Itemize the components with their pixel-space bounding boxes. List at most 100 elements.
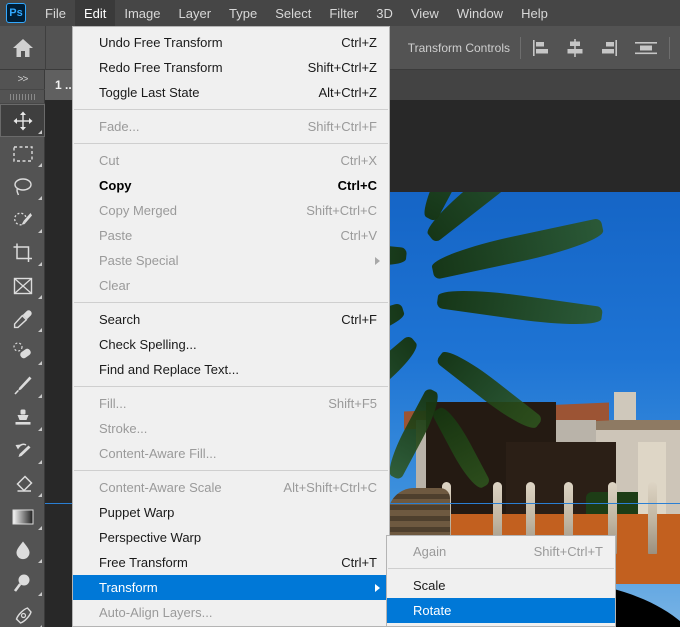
menu-item-shortcut: Ctrl+C: [337, 178, 377, 193]
crop-tool[interactable]: [0, 236, 45, 269]
eraser-icon: [15, 474, 33, 492]
align-horizontal-centers-icon[interactable]: [565, 38, 585, 58]
menubar-item-help[interactable]: Help: [512, 0, 557, 26]
lasso-tool[interactable]: [0, 170, 45, 203]
eraser-tool[interactable]: [0, 467, 45, 500]
menubar-item-3d[interactable]: 3D: [367, 0, 402, 26]
menu-item-undo-free-transform[interactable]: Undo Free Transform Ctrl+Z: [73, 30, 389, 55]
frame-tool[interactable]: [0, 269, 45, 302]
menu-separator: [74, 143, 388, 144]
gradient-icon: [12, 509, 33, 524]
menu-item-shortcut: Ctrl+X: [340, 153, 377, 168]
edit-menu-dropdown[interactable]: Undo Free Transform Ctrl+Z Redo Free Trans…: [72, 26, 390, 627]
menu-item-cut: Cut Ctrl+X: [73, 148, 389, 173]
blur-tool[interactable]: [0, 533, 45, 566]
frame-icon: [13, 277, 32, 294]
menubar-item-image[interactable]: Image: [115, 0, 169, 26]
move-tool[interactable]: [0, 104, 45, 137]
tool-options-corner: [38, 328, 42, 332]
menu-item-redo-free-transform[interactable]: Redo Free Transform Shift+Ctrl+Z: [73, 55, 389, 80]
menu-item-label: Rotate: [413, 603, 452, 618]
options-divider: [520, 36, 521, 59]
menubar-item-window[interactable]: Window: [448, 0, 512, 26]
menubar-item-edit[interactable]: Edit: [74, 0, 116, 26]
tools-panel-grip[interactable]: [0, 90, 45, 104]
tool-options-corner: [38, 295, 42, 299]
healing-brush-tool[interactable]: [0, 335, 45, 368]
clone-stamp-tool[interactable]: [0, 401, 45, 434]
menu-item-shortcut: Alt+Shift+Ctrl+C: [283, 480, 377, 495]
menu-item-label: Cut: [99, 153, 120, 168]
menubar-item-view[interactable]: View: [402, 0, 448, 26]
menubar-item-select[interactable]: Select: [266, 0, 320, 26]
menu-item-label: Fade...: [99, 119, 140, 134]
align-right-edges-icon[interactable]: [599, 38, 619, 58]
tool-options-corner: [38, 427, 42, 431]
tool-options-corner: [38, 460, 42, 464]
rectangular-marquee-tool[interactable]: [0, 137, 45, 170]
crop-icon: [13, 243, 32, 262]
home-button[interactable]: [0, 25, 46, 70]
menu-item-label: Fill...: [99, 396, 127, 411]
eyedropper-tool[interactable]: [0, 302, 45, 335]
blur-droplet-icon: [16, 541, 29, 559]
menu-item-search[interactable]: Search Ctrl+F: [73, 307, 389, 332]
menu-item-free-transform[interactable]: Free Transform Ctrl+T: [73, 550, 389, 575]
menu-item-check-spelling[interactable]: Check Spelling...: [73, 332, 389, 357]
menu-item-label: Redo Free Transform: [99, 60, 223, 75]
menu-item-perspective-warp[interactable]: Perspective Warp: [73, 525, 389, 550]
menu-item-fade: Fade... Shift+Ctrl+F: [73, 114, 389, 139]
tool-options-corner: [38, 592, 42, 596]
quick-selection-tool[interactable]: [0, 203, 45, 236]
tool-options-corner: [38, 130, 42, 134]
menu-item-auto-align-layers: Auto-Align Layers...: [73, 600, 389, 625]
transform-submenu-dropdown[interactable]: Again Shift+Ctrl+T Scale Rotate: [386, 535, 616, 627]
menu-item-scale[interactable]: Scale: [387, 573, 615, 598]
pen-tool[interactable]: [0, 599, 45, 627]
tools-panel-expander[interactable]: >>: [0, 70, 45, 90]
menu-bar: Ps File Edit Image Layer Type Select Fil…: [0, 0, 680, 26]
menu-item-find-and-replace-text[interactable]: Find and Replace Text...: [73, 357, 389, 382]
menubar-item-type[interactable]: Type: [220, 0, 266, 26]
menu-item-shortcut: Ctrl+F: [341, 312, 377, 327]
home-icon: [12, 38, 33, 57]
menu-item-content-aware-fill: Content-Aware Fill...: [73, 441, 389, 466]
menu-item-paste-special: Paste Special: [73, 248, 389, 273]
dodge-tool[interactable]: [0, 566, 45, 599]
menu-item-shortcut: Shift+Ctrl+C: [306, 203, 377, 218]
history-brush-tool[interactable]: [0, 434, 45, 467]
align-left-edges-icon[interactable]: [531, 38, 551, 58]
menu-item-label: Undo Free Transform: [99, 35, 223, 50]
menu-item-shortcut: Shift+F5: [328, 396, 377, 411]
menu-item-rotate[interactable]: Rotate: [387, 598, 615, 623]
menubar-item-file[interactable]: File: [36, 0, 75, 26]
tool-options-corner: [38, 526, 42, 530]
history-brush-icon: [15, 443, 30, 457]
menu-item-copy-merged: Copy Merged Shift+Ctrl+C: [73, 198, 389, 223]
eyedropper-icon: [13, 309, 32, 328]
align-vertical-centers-icon[interactable]: [633, 38, 659, 58]
gradient-tool[interactable]: [0, 500, 45, 533]
menu-item-again: Again Shift+Ctrl+T: [387, 539, 615, 564]
menu-separator: [74, 470, 388, 471]
menu-item-shortcut: Ctrl+T: [341, 555, 377, 570]
brush-icon: [13, 376, 31, 395]
tool-options-corner: [38, 394, 42, 398]
menubar-item-filter[interactable]: Filter: [320, 0, 367, 26]
menu-item-label: Free Transform: [99, 555, 188, 570]
menu-item-label: Puppet Warp: [99, 505, 175, 520]
menu-item-transform[interactable]: Transform: [73, 575, 389, 600]
menu-item-shortcut: Shift+Ctrl+T: [533, 544, 603, 559]
menu-item-toggle-last-state[interactable]: Toggle Last State Alt+Ctrl+Z: [73, 80, 389, 105]
tool-options-corner: [38, 196, 42, 200]
menu-item-label: Perspective Warp: [99, 530, 202, 545]
menu-item-label: Paste Special: [99, 253, 179, 268]
transform-controls-label: Transform Controls: [407, 40, 510, 55]
brush-tool[interactable]: [0, 368, 45, 401]
menu-item-clear: Clear: [73, 273, 389, 298]
menu-item-copy[interactable]: Copy Ctrl+C: [73, 173, 389, 198]
tool-options-corner: [38, 493, 42, 497]
menubar-item-layer[interactable]: Layer: [170, 0, 221, 26]
healing-brush-icon: [12, 341, 31, 358]
menu-item-puppet-warp[interactable]: Puppet Warp: [73, 500, 389, 525]
